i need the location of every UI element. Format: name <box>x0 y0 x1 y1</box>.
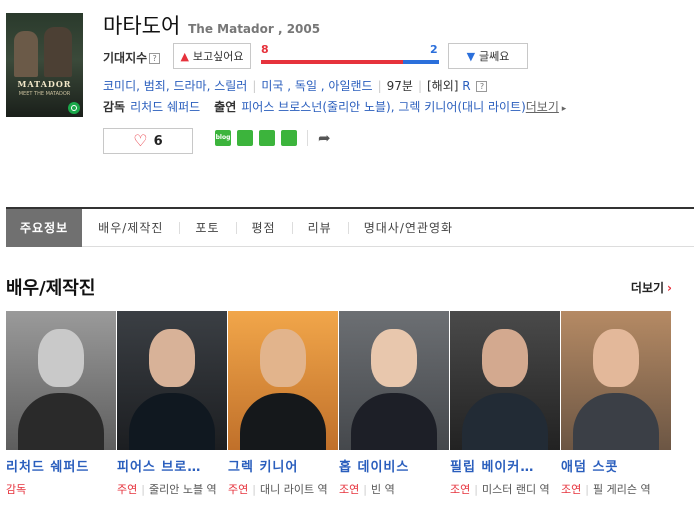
cast-name[interactable]: 홉 데이비스 <box>339 456 447 475</box>
dislike-button[interactable]: ▼ 글쎄요 <box>448 43 528 69</box>
genre-link[interactable]: 코미디, 범죄, 드라마, 스릴러 <box>103 79 247 93</box>
cast-role: 주연 | 줄리안 노블 역 <box>117 483 217 496</box>
cast-photo[interactable] <box>561 311 671 450</box>
help-icon[interactable]: ? <box>476 81 488 92</box>
tab-rating[interactable]: 평점 <box>235 209 292 247</box>
band-share-icon[interactable] <box>259 130 275 146</box>
people-row: 감독 리처드 쉐퍼드 출연 피어스 브로스넌(줄리안 노블), 그렉 키니어(대니 라… <box>103 100 567 114</box>
poster-figure <box>14 31 38 77</box>
dislike-count: 2 <box>430 43 438 56</box>
cast-name[interactable]: 그렉 키니어 <box>228 456 336 475</box>
tab-bar: 주요정보 배우/제작진 포토 평점 리뷰 명대사/연관영화 <box>6 207 694 247</box>
director-link[interactable]: 리처드 쉐퍼드 <box>130 100 200 114</box>
vote-ratio-bar <box>261 60 439 64</box>
cast-photo[interactable] <box>339 311 449 450</box>
cast-role: 조연 | 미스터 랜디 역 <box>450 483 550 496</box>
like-button[interactable]: ▲ 보고싶어요 <box>173 43 251 69</box>
runtime: 97분 <box>386 79 413 93</box>
tab-main-info[interactable]: 주요정보 <box>6 208 83 247</box>
like-count: 8 <box>261 43 269 56</box>
section-title: 배우/제작진 <box>6 278 96 299</box>
cast-photo[interactable] <box>117 311 227 450</box>
cast-link[interactable]: 피어스 브로스넌(줄리안 노블), 그렉 키니어(대니 라이트) <box>241 100 526 114</box>
cast-role: 조연 | 필 게리슨 역 <box>561 483 651 496</box>
tab-quotes[interactable]: 명대사/연관영화 <box>347 209 469 247</box>
cast-name[interactable]: 필립 베이커… <box>450 456 558 475</box>
cast-card[interactable]: 홉 데이비스 조연 | 빈 역 <box>339 311 449 499</box>
cafe-share-icon[interactable] <box>237 130 253 146</box>
movie-poster[interactable]: MATADOR MEET THE MATADOR <box>6 13 83 117</box>
cast-photo[interactable] <box>228 311 338 450</box>
poster-title: MATADOR <box>17 79 72 89</box>
cast-label: 출연 <box>214 100 237 114</box>
share-icon[interactable]: ➦ <box>318 129 331 147</box>
title-english: The Matador , 2005 <box>188 22 321 36</box>
movie-title: 마타도어 The Matador , 2005 <box>103 10 320 40</box>
poster-figure <box>44 27 72 77</box>
help-icon[interactable]: ? <box>149 53 161 64</box>
share-bar: blog ➦ <box>215 129 331 147</box>
cast-card[interactable]: 리처드 쉐퍼드 감독 <box>6 311 116 499</box>
favorite-count: 6 <box>153 133 163 149</box>
cast-card[interactable]: 애덤 스콧 조연 | 필 게리슨 역 <box>561 311 671 499</box>
heart-icon: ♡ <box>133 131 148 150</box>
cast-photo[interactable] <box>6 311 116 450</box>
chevron-right-icon: › <box>667 281 672 295</box>
thumb-up-icon: ▲ <box>180 49 189 63</box>
favorite-button[interactable]: ♡ 6 <box>103 128 193 154</box>
cast-name[interactable]: 피어스 브로… <box>117 456 225 475</box>
cast-card[interactable]: 필립 베이커… 조연 | 미스터 랜디 역 <box>450 311 560 499</box>
thumb-down-icon: ▼ <box>466 49 476 63</box>
movie-info-row: 코미디, 범죄, 드라마, 스릴러 | 미국 , 독일 , 아일랜드 | 97분 | [해외… <box>103 77 488 94</box>
rating-link[interactable]: R <box>462 79 470 93</box>
blog-share-icon[interactable]: blog <box>215 130 231 146</box>
line-share-icon[interactable] <box>281 130 297 146</box>
release-info: [해외] <box>427 79 459 93</box>
dislike-label: 글쎄요 <box>479 50 510 63</box>
tab-cast-crew[interactable]: 배우/제작진 <box>82 209 179 247</box>
tab-photo[interactable]: 포토 <box>179 209 235 247</box>
cast-photo[interactable] <box>450 311 560 450</box>
like-label: 보고싶어요 <box>192 50 244 63</box>
cast-name[interactable]: 애덤 스콧 <box>561 456 669 475</box>
tab-review[interactable]: 리뷰 <box>291 209 348 247</box>
country-link[interactable]: 미국 , 독일 , 아일랜드 <box>261 79 372 93</box>
director-label: 감독 <box>103 100 126 114</box>
expectation-row: 기대지수? ▲ 보고싶어요 8 2 ▼ 글쎄요 <box>103 43 533 69</box>
cast-card[interactable]: 그렉 키니어 주연 | 대니 라이트 역 <box>228 311 338 499</box>
more-link[interactable]: 더보기 › <box>631 279 672 296</box>
poster-subtitle: MEET THE MATADOR <box>18 91 71 97</box>
cast-list: 리처드 쉐퍼드 감독 피어스 브로… 주연 | 줄리안 노블 역 그렉 키니어 주연… <box>6 311 672 499</box>
vote-ratio-fill <box>261 60 404 64</box>
expectation-label: 기대지수? <box>103 49 161 66</box>
title-korean: 마타도어 <box>103 14 181 38</box>
cast-role: 조연 | 빈 역 <box>339 483 395 496</box>
cast-role: 감독 <box>6 483 27 496</box>
cast-card[interactable]: 피어스 브로… 주연 | 줄리안 노블 역 <box>117 311 227 499</box>
more-cast-link[interactable]: 더보기 <box>526 100 559 114</box>
cast-name[interactable]: 리처드 쉐퍼드 <box>6 456 114 475</box>
zoom-icon[interactable] <box>68 102 80 114</box>
cast-role: 주연 | 대니 라이트 역 <box>228 483 328 496</box>
